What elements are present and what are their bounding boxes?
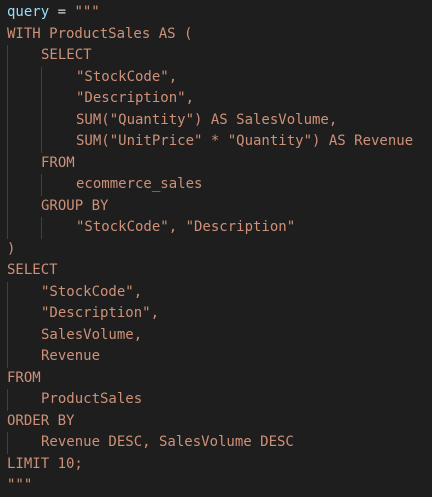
code-line-22[interactable]: LIMIT 10; — [0, 454, 432, 476]
indent-guide — [41, 66, 42, 88]
indent-guide — [7, 131, 8, 153]
code-text: "StockCode", "Description" — [76, 219, 296, 235]
code-line-19[interactable]: ProductSales — [0, 389, 432, 411]
code-line-8[interactable]: FROM — [0, 152, 432, 174]
code-line-11[interactable]: "StockCode", "Description" — [0, 217, 432, 239]
indent-guide — [7, 88, 8, 110]
code-text: "Description", — [41, 305, 160, 321]
code-text: ORDER BY — [7, 412, 75, 429]
indent-guide — [7, 346, 8, 368]
indent-guide — [7, 324, 8, 346]
indent-guide — [7, 281, 8, 303]
code-line-12[interactable]: ) — [0, 239, 432, 261]
code-line-21[interactable]: Revenue DESC, SalesVolume DESC — [0, 432, 432, 454]
code-text: ) — [7, 240, 16, 257]
code-text: SUM("Quantity") AS SalesVolume, — [76, 111, 338, 128]
code-line-14[interactable]: "StockCode", — [0, 281, 432, 303]
code-text: "StockCode", — [76, 68, 178, 85]
code-text: GROUP BY — [41, 197, 109, 214]
code-editor[interactable]: query = """ WITH ProductSales AS ( SELEC… — [0, 0, 432, 495]
variable-name: query — [7, 4, 50, 20]
code-text: WITH ProductSales AS ( — [7, 25, 193, 42]
indent-guide — [7, 109, 8, 131]
code-text: "Description", — [76, 90, 195, 106]
code-line-5[interactable]: "Description", — [0, 88, 432, 110]
code-line-9[interactable]: ecommerce_sales — [0, 174, 432, 196]
code-line-7[interactable]: SUM("UnitPrice" * "Quantity") AS Revenue — [0, 131, 432, 153]
indent-guide — [7, 152, 8, 174]
code-text: Revenue DESC, SalesVolume DESC — [41, 434, 294, 450]
indent-guide — [41, 109, 42, 131]
code-line-16[interactable]: SalesVolume, — [0, 324, 432, 346]
indent-guide — [41, 131, 42, 153]
code-line-23[interactable]: """ — [0, 475, 432, 497]
indent-guide — [7, 66, 8, 88]
code-text: SELECT — [41, 47, 92, 63]
indent-guide — [7, 432, 8, 454]
code-line-1[interactable]: query = """ — [0, 2, 432, 24]
indent-guide — [7, 389, 8, 411]
assignment-operator: = — [49, 4, 75, 20]
indent-guide — [41, 88, 42, 110]
indent-guide — [41, 217, 42, 239]
indent-guide — [41, 174, 42, 196]
indent-guide — [7, 174, 8, 196]
code-text: SalesVolume, — [41, 326, 143, 343]
indent-guide — [7, 195, 8, 217]
code-text: """ — [7, 477, 33, 493]
code-line-15[interactable]: "Description", — [0, 303, 432, 325]
code-line-17[interactable]: Revenue — [0, 346, 432, 368]
code-line-13[interactable]: SELECT — [0, 260, 432, 282]
code-text: "StockCode", — [41, 283, 143, 300]
code-line-2[interactable]: WITH ProductSales AS ( — [0, 24, 432, 46]
code-line-20[interactable]: ORDER BY — [0, 411, 432, 433]
code-text: FROM — [7, 369, 41, 386]
code-text: FROM — [41, 154, 75, 171]
code-text: SUM("UnitPrice" * "Quantity") AS Revenue — [76, 133, 414, 149]
string-open-quotes: """ — [74, 4, 100, 20]
code-line-4[interactable]: "StockCode", — [0, 66, 432, 88]
code-line-10[interactable]: GROUP BY — [0, 195, 432, 217]
code-line-18[interactable]: FROM — [0, 368, 432, 390]
indent-guide — [7, 303, 8, 325]
code-text: ecommerce_sales — [76, 176, 203, 192]
indent-guide — [7, 45, 8, 67]
code-text: SELECT — [7, 262, 58, 278]
code-text: LIMIT 10; — [7, 455, 83, 472]
code-line-3[interactable]: SELECT — [0, 45, 432, 67]
code-line-6[interactable]: SUM("Quantity") AS SalesVolume, — [0, 109, 432, 131]
code-text: ProductSales — [41, 391, 143, 407]
indent-guide — [7, 217, 8, 239]
code-text: Revenue — [41, 348, 101, 364]
